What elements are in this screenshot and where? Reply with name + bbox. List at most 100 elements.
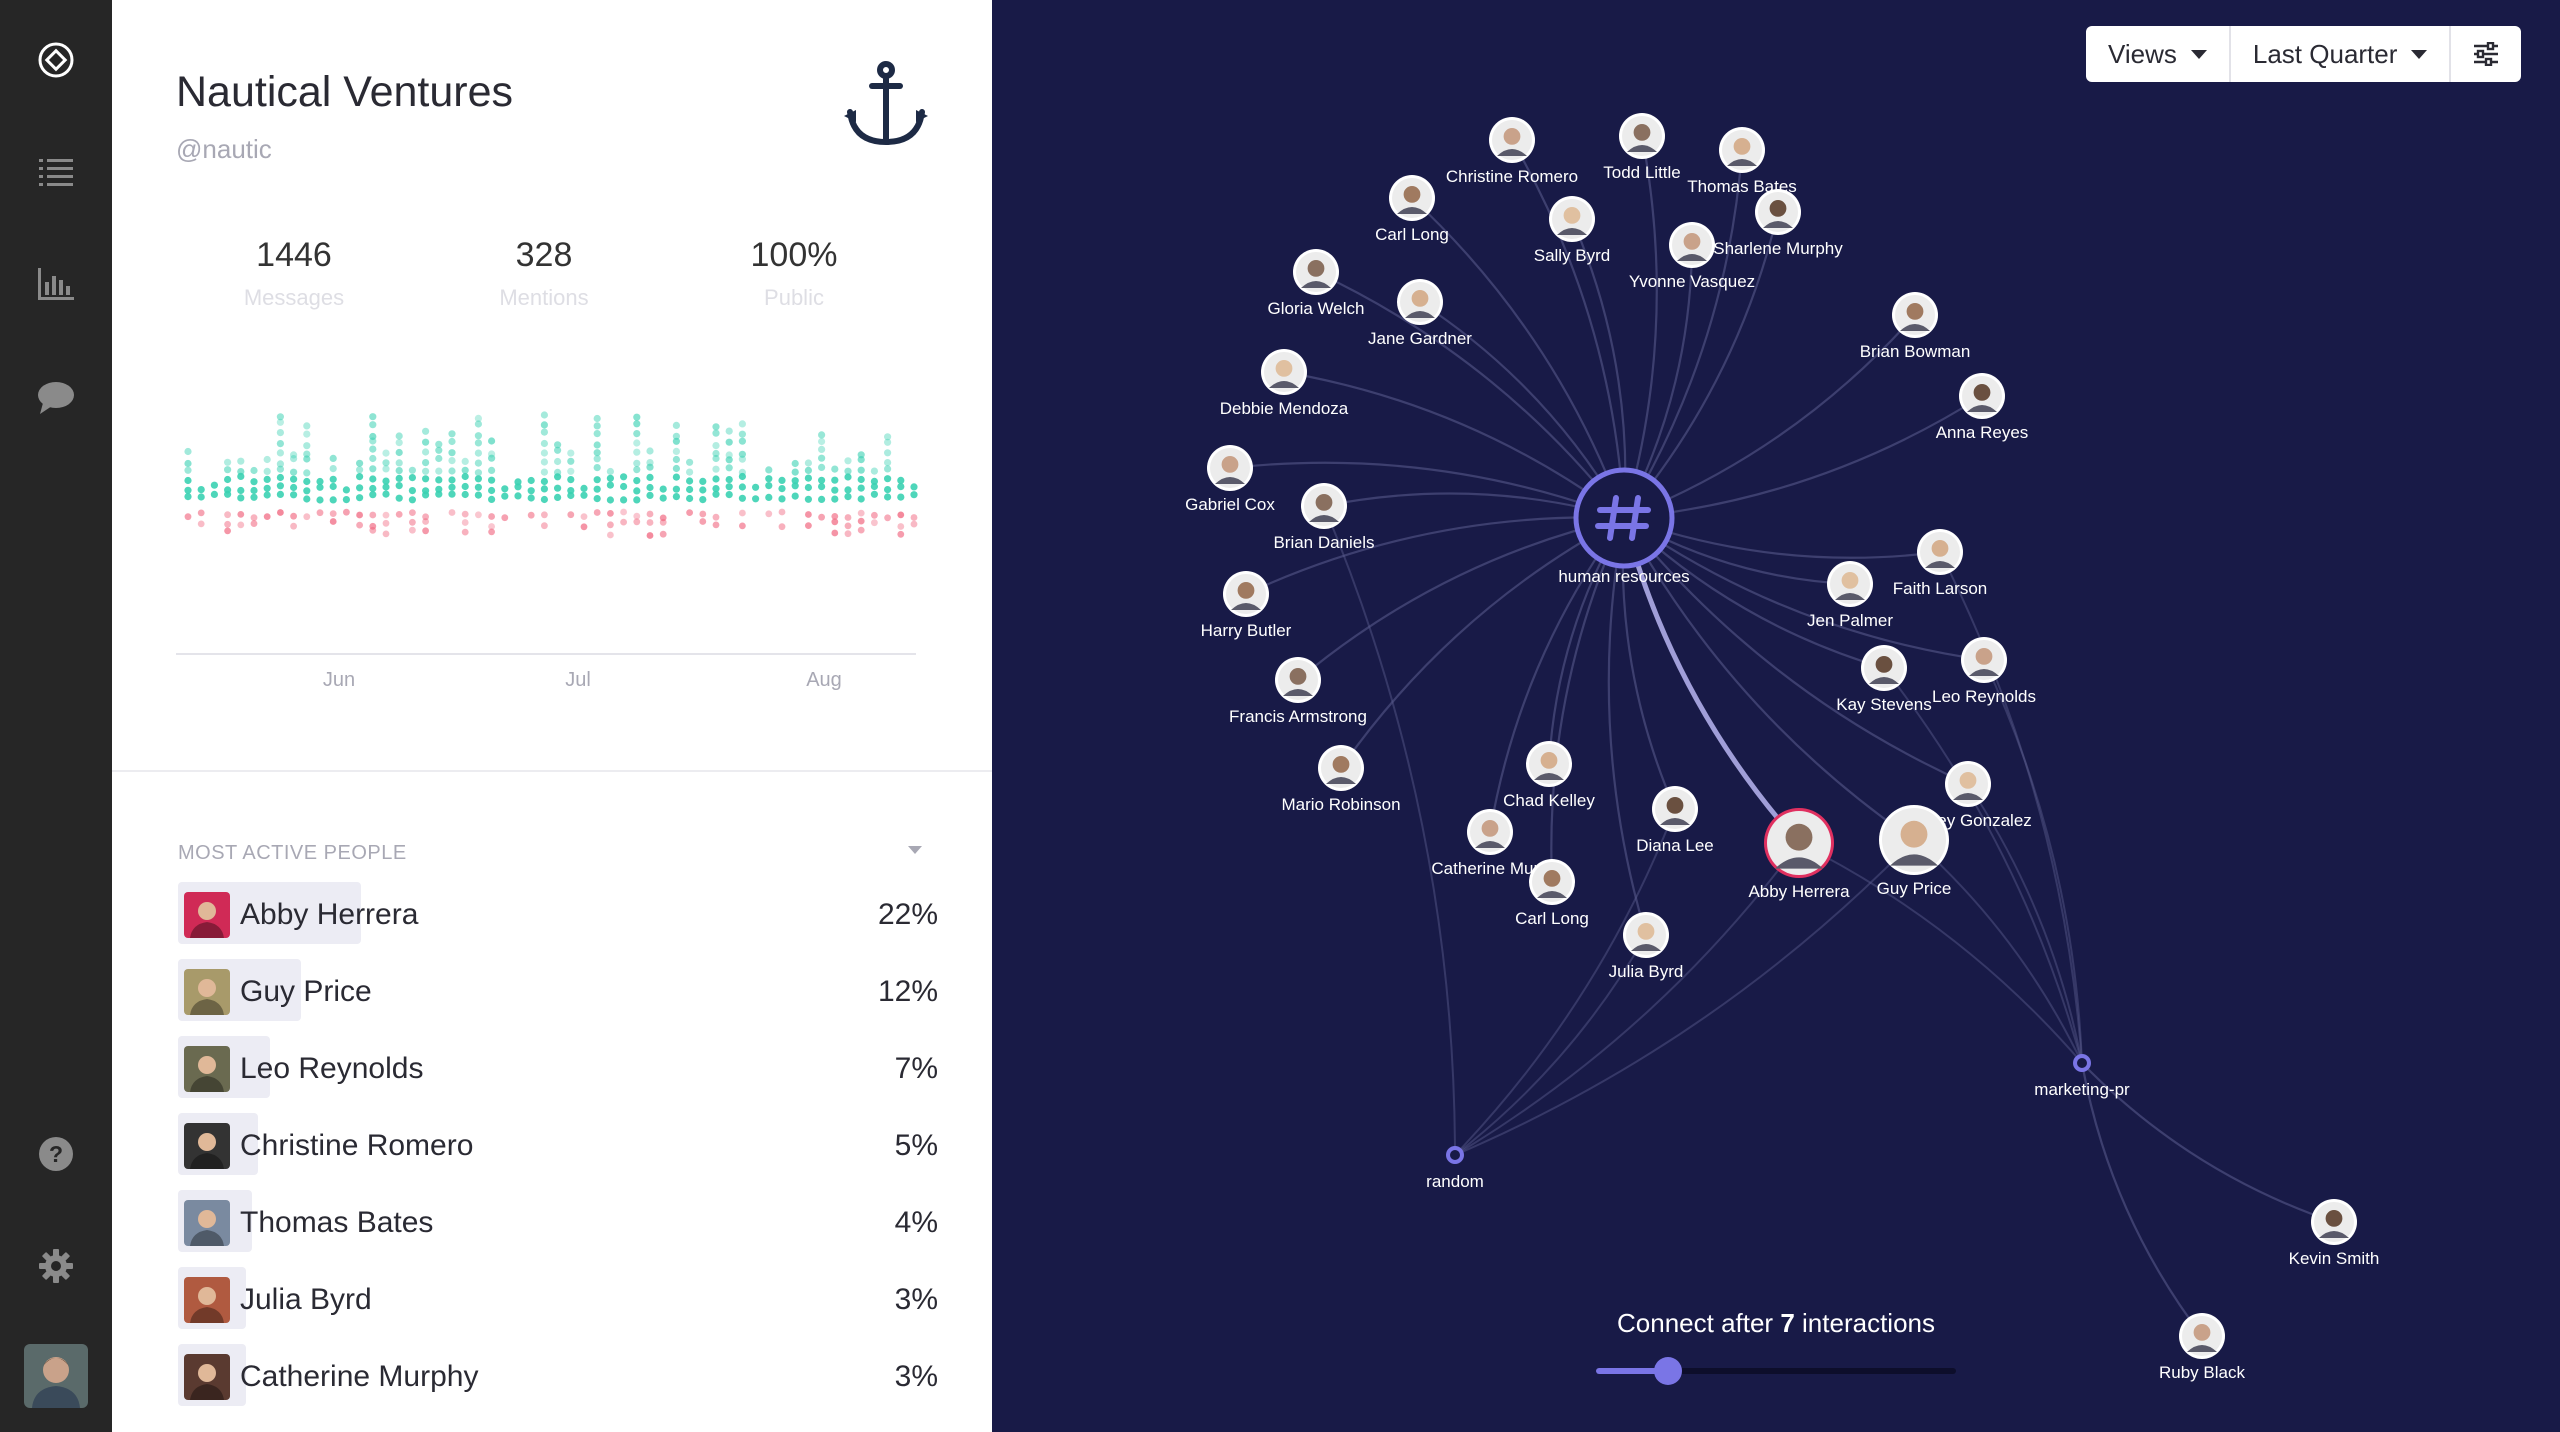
person-node[interactable]: Ruby Black xyxy=(2159,1313,2245,1382)
channel-node[interactable]: random xyxy=(1426,1146,1484,1191)
person-node[interactable]: Abby Herrera xyxy=(1748,808,1850,901)
views-dropdown[interactable]: Views xyxy=(2086,26,2231,82)
person-node[interactable]: Diana Lee xyxy=(1636,786,1714,855)
person-percent: 22% xyxy=(877,897,938,931)
activity-dot-negative xyxy=(831,529,839,537)
activity-dot-positive xyxy=(224,458,232,466)
person-node[interactable]: Kay Stevens xyxy=(1836,645,1932,714)
activity-dot-positive xyxy=(184,459,192,468)
period-dropdown[interactable]: Last Quarter xyxy=(2231,26,2452,82)
person-node[interactable]: Carl Long xyxy=(1375,175,1449,244)
activity-dot-positive xyxy=(567,487,575,495)
person-node[interactable]: Harry Butler xyxy=(1201,571,1292,640)
person-node[interactable]: Anna Reyes xyxy=(1936,373,2029,442)
activity-dot-positive xyxy=(633,430,641,438)
person-node[interactable]: Catherine Murp xyxy=(1431,809,1549,878)
node-avatar-face xyxy=(1931,540,1949,557)
activity-dot-negative xyxy=(224,527,231,535)
activity-dot-positive xyxy=(303,430,311,438)
sort-dropdown-caret[interactable] xyxy=(908,846,922,854)
activity-dot-positive xyxy=(738,494,747,502)
activity-dot-positive xyxy=(276,482,284,490)
person-row[interactable]: Catherine Murphy 3% xyxy=(178,1338,938,1415)
activity-dot-positive xyxy=(422,448,430,456)
person-node[interactable]: Jane Gardner xyxy=(1368,279,1472,348)
activity-dot-negative xyxy=(593,509,601,516)
person-node[interactable]: Faith Larson xyxy=(1893,529,1988,598)
person-node[interactable]: Guy Price xyxy=(1877,805,1952,898)
activity-dot-positive xyxy=(395,459,403,467)
person-node[interactable]: Todd Little xyxy=(1603,113,1681,182)
person-node[interactable]: Gabriel Cox xyxy=(1185,445,1275,514)
person-node[interactable]: Christine Romero xyxy=(1446,117,1578,186)
node-avatar-face xyxy=(1411,290,1429,307)
activity-dots xyxy=(184,411,918,539)
activity-dot-positive xyxy=(857,484,865,492)
app-root: ? Nautical Ventures @nautic 1446 Message… xyxy=(0,0,2560,1432)
person-row[interactable]: Christine Romero 5% xyxy=(178,1107,938,1184)
user-avatar[interactable] xyxy=(24,1344,88,1408)
activity-dot-negative xyxy=(778,523,786,531)
person-node[interactable]: Gloria Welch xyxy=(1268,249,1365,318)
activity-dot-positive xyxy=(633,413,641,421)
person-node[interactable]: Brian Bowman xyxy=(1860,292,1971,361)
person-row[interactable]: Abby Herrera 22% xyxy=(178,876,938,953)
analytics-nav-button[interactable] xyxy=(28,256,84,312)
public-percent: 100% xyxy=(750,236,838,274)
node-avatar-face xyxy=(1289,668,1307,685)
messages-nav-button[interactable] xyxy=(28,370,84,426)
activity-dot-positive xyxy=(540,468,548,476)
person-node[interactable]: Thomas Bates xyxy=(1687,127,1797,196)
activity-dot-positive xyxy=(488,437,496,445)
channel-node[interactable]: marketing-pr xyxy=(2034,1054,2130,1099)
person-node[interactable]: Jen Palmer xyxy=(1807,561,1893,630)
person-node[interactable]: Sally Byrd xyxy=(1534,196,1611,265)
activity-dot-negative xyxy=(316,509,324,517)
network-edge xyxy=(1798,842,2083,1064)
activity-dot-negative xyxy=(884,514,891,522)
person-node-label: Mario Robinson xyxy=(1281,795,1400,814)
person-percent: 5% xyxy=(894,1128,938,1162)
activity-dot-positive xyxy=(395,467,403,475)
activity-dot-negative xyxy=(461,510,469,518)
activity-dot-negative xyxy=(659,518,667,526)
activity-dot-positive xyxy=(725,427,733,435)
person-node-label: Ruby Black xyxy=(2159,1363,2245,1382)
person-node[interactable]: Debbie Mendoza xyxy=(1220,349,1349,418)
activity-dot-positive xyxy=(540,428,548,436)
activity-dot-positive xyxy=(448,457,456,465)
person-node[interactable]: Leo Reynolds xyxy=(1932,637,2036,706)
person-node[interactable]: Julia Byrd xyxy=(1609,912,1684,981)
activity-dot-positive xyxy=(818,483,826,491)
person-node[interactable]: Mario Robinson xyxy=(1281,745,1401,814)
team-name: Nautical Ventures xyxy=(176,68,514,116)
activity-dot-positive xyxy=(395,448,403,457)
help-nav-button[interactable]: ? xyxy=(28,1126,84,1182)
slider-thumb[interactable] xyxy=(1654,1357,1682,1385)
person-row[interactable]: Julia Byrd 3% xyxy=(178,1261,938,1338)
activity-dot-negative xyxy=(488,528,495,536)
activity-dot-positive xyxy=(474,483,482,491)
activity-dot-positive xyxy=(831,465,839,473)
activity-dot-positive xyxy=(237,486,245,495)
home-nav-button[interactable] xyxy=(28,32,84,88)
home-icon xyxy=(38,42,74,78)
person-node[interactable]: Francis Armstrong xyxy=(1229,657,1367,726)
person-node[interactable]: Brian Daniels xyxy=(1273,483,1375,552)
settings-nav-button[interactable] xyxy=(28,1238,84,1294)
activity-dot-positive xyxy=(567,449,575,457)
activity-dot-positive xyxy=(567,467,575,475)
connect-slider[interactable] xyxy=(1596,1357,1956,1385)
person-row[interactable]: Thomas Bates 4% xyxy=(178,1184,938,1261)
hub-node[interactable]: human resources xyxy=(1558,467,1690,586)
list-nav-button[interactable] xyxy=(28,144,84,200)
activity-dot-positive xyxy=(303,477,311,486)
x-tick-aug: Aug xyxy=(806,669,842,691)
person-row[interactable]: Guy Price 12% xyxy=(178,953,938,1030)
activity-dot-positive xyxy=(250,478,258,486)
person-node[interactable]: Chad Kelley xyxy=(1503,741,1595,810)
filter-button[interactable] xyxy=(2451,26,2521,82)
person-row[interactable]: Leo Reynolds 7% xyxy=(178,1030,938,1107)
activity-dot-positive xyxy=(712,449,720,458)
activity-dot-negative xyxy=(699,510,707,518)
